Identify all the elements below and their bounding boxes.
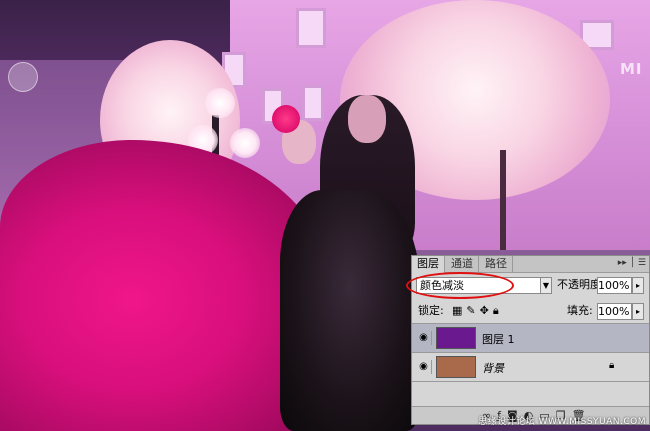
- motorcycle: [280, 190, 420, 431]
- chevron-down-icon[interactable]: ▼: [540, 277, 552, 294]
- lock-options[interactable]: ▦✎✥🔒︎: [452, 304, 503, 318]
- avatar-icon: [8, 62, 38, 92]
- tab-paths[interactable]: 路径: [480, 256, 513, 273]
- divider: [412, 381, 649, 382]
- eye-icon[interactable]: ◉: [416, 331, 432, 345]
- groom-face: [348, 95, 386, 143]
- layer-row-layer1[interactable]: ◉ 图层 1: [412, 324, 649, 352]
- layer-thumbnail: [436, 327, 476, 349]
- tab-layers[interactable]: 图层: [412, 256, 445, 274]
- watermark: 思缘设计论坛 WWW.MISSYUAN.COM: [478, 417, 646, 427]
- lock-label: 锁定:: [418, 304, 444, 317]
- panel-tabbar: 图层 通道 路径 ▸▸ │ ☰: [412, 256, 649, 274]
- red-highlight-ellipse: [406, 272, 514, 299]
- hair-flower: [272, 105, 300, 133]
- lock-icon[interactable]: 🔒︎: [493, 304, 503, 317]
- tab-channels[interactable]: 通道: [446, 256, 479, 273]
- lock-icon: 🔒︎: [609, 360, 615, 371]
- layer-name: 图层 1: [482, 333, 515, 346]
- eye-icon[interactable]: ◉: [416, 360, 432, 374]
- street-lamp: [205, 88, 235, 118]
- layer-thumbnail: [436, 356, 476, 378]
- chevron-right-icon[interactable]: ▸: [632, 303, 644, 320]
- fill-input[interactable]: 100%: [597, 303, 632, 320]
- street-lamp: [230, 128, 260, 158]
- opacity-input[interactable]: 100%: [597, 277, 632, 294]
- lock-transparent-icon[interactable]: ▦: [452, 304, 466, 317]
- building-window: [296, 8, 326, 48]
- lock-brush-icon[interactable]: ✎: [466, 304, 479, 317]
- building-sign: MI: [620, 60, 643, 78]
- layer-name: 背景: [482, 362, 504, 375]
- fill-label: 填充:: [567, 304, 593, 317]
- layers-panel: 图层 通道 路径 ▸▸ │ ☰ 颜色减淡 ▼ 不透明度: 100% ▸ 锁定: …: [406, 255, 650, 425]
- panel-menu-icon[interactable]: ▸▸ │ ☰: [618, 258, 646, 268]
- chevron-right-icon[interactable]: ▸: [632, 277, 644, 294]
- tree-trunk: [500, 150, 506, 250]
- lock-move-icon[interactable]: ✥: [480, 304, 493, 317]
- building-window: [302, 85, 324, 121]
- layer-row-background[interactable]: ◉ 背景 🔒︎: [412, 353, 649, 381]
